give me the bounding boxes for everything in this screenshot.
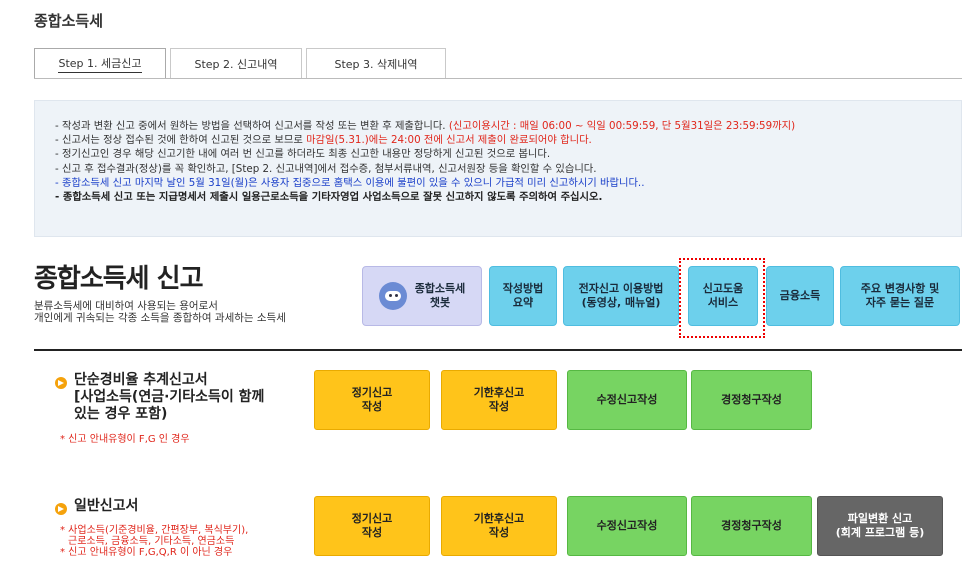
section1-title: 단순경비율 추계신고서 [사업소득(연금·기타소득이 함께 있는 경우 포함): [74, 372, 264, 423]
financial-income-button[interactable]: 금융소득: [766, 266, 834, 326]
file-convert-label-1: 파일변환 신고: [847, 512, 913, 525]
notice-line-1-text: 작성과 변환 신고 중에서 원하는 방법을 선택하여 신고서를 작성 또는 변환…: [62, 120, 449, 132]
section2-amend-label: 수정신고작성: [596, 519, 658, 532]
chatbot-icon: [378, 282, 407, 310]
usage-guide-button[interactable]: 전자신고 이용방법 (동영상, 매뉴얼): [563, 266, 679, 326]
file-convert-button[interactable]: 파일변환 신고 (회계 프로그램 등): [817, 496, 943, 556]
section2-regular-button[interactable]: 정기신고 작성: [314, 496, 430, 556]
usage-label-1: 전자신고 이용방법: [578, 282, 664, 295]
description-line-1: 분류소득세에 대비하여 사용되는 용어로서: [34, 300, 218, 312]
faq-label-1: 주요 변경사항 및: [860, 282, 940, 295]
bullet-arrow-icon: [55, 503, 67, 515]
section2-correction-button[interactable]: 경정청구작성: [691, 496, 812, 556]
tab-step2-label: Step 2. 신고내역: [194, 57, 278, 71]
section2-regular-label-2: 작성: [361, 526, 383, 539]
section-divider: [34, 349, 962, 351]
section2-note-1: * 사업소득(기준경비율, 간편장부, 복식부기),: [60, 525, 249, 536]
section2-note-2: 근로소득, 금융소득, 기타소득, 연금소득: [68, 536, 235, 547]
section1-late-button[interactable]: 기한후신고 작성: [441, 370, 557, 430]
notice-line-6: 종합소득세 신고 또는 지급명세서 제출시 일용근로소득을 기타자영업 사업소득…: [55, 190, 961, 204]
chatbot-button[interactable]: 종합소득세 챗봇: [362, 266, 482, 326]
section1-late-label-2: 작성: [488, 400, 510, 413]
section2-regular-label: 정기신고 작성: [352, 512, 392, 540]
notice-box: 작성과 변환 신고 중에서 원하는 방법을 선택하여 신고서를 작성 또는 변환…: [34, 100, 962, 237]
section2-regular-label-1: 정기신고: [351, 512, 393, 525]
description-line-2: 개인에게 귀속되는 각종 소득을 종합하여 과세하는 소득세: [34, 312, 286, 324]
tab-step3-label: Step 3. 삭제내역: [334, 57, 418, 71]
notice-line-2-text: 신고서는 정상 접수된 것에 한하여 신고된 것으로 보므로: [62, 134, 307, 147]
notice-line-4: 신고 후 접수결과(정상)를 꼭 확인하고, [Step 2. 신고내역]에서 …: [55, 162, 961, 176]
description: 분류소득세에 대비하여 사용되는 용어로서 개인에게 귀속되는 각종 소득을 종…: [34, 300, 286, 324]
tab-step1-label: Step 1. 세금신고: [58, 55, 142, 73]
file-convert-label: 파일변환 신고 (회계 프로그램 등): [836, 512, 925, 540]
chatbot-label-1: 종합소득세: [414, 282, 466, 295]
chatbot-label: 종합소득세 챗봇: [415, 282, 466, 310]
section2-late-label-2: 작성: [488, 526, 510, 539]
page-title: 종합소득세: [34, 12, 104, 30]
usage-label-2: (동영상, 매뉴얼): [581, 296, 661, 309]
section2-correction-label: 경정청구작성: [721, 519, 782, 532]
notice-line-1: 작성과 변환 신고 중에서 원하는 방법을 선택하여 신고서를 작성 또는 변환…: [55, 119, 961, 133]
section1-title-line-1: 단순경비율 추계신고서: [74, 372, 208, 388]
section2-late-label: 기한후신고 작성: [474, 512, 525, 540]
section1-title-line-2: [사업소득(연금·기타소득이 함께: [74, 389, 265, 405]
faq-label: 주요 변경사항 및 자주 묻는 질문: [861, 282, 940, 310]
summary-label-1: 작성방법: [502, 282, 544, 295]
tab-step1[interactable]: Step 1. 세금신고: [34, 48, 166, 78]
tab-divider: [34, 78, 962, 79]
financial-income-label: 금융소득: [779, 289, 821, 302]
notice-line-3: 정기신고인 경우 해당 신고기한 내에 여러 번 신고를 하더라도 최종 신고한…: [55, 147, 961, 161]
tab-step3[interactable]: Step 3. 삭제내역: [306, 48, 446, 78]
section1-correction-label: 경정청구작성: [721, 393, 782, 406]
notice-service-hours: (신고이용시간 : 매일 06:00 ~ 익일 00:59:59, 단 5월31…: [448, 120, 796, 132]
bullet-arrow-icon: [55, 377, 67, 389]
usage-guide-label: 전자신고 이용방법 (동영상, 매뉴얼): [579, 282, 664, 310]
faq-button[interactable]: 주요 변경사항 및 자주 묻는 질문: [840, 266, 960, 326]
section2-late-button[interactable]: 기한후신고 작성: [441, 496, 557, 556]
section1-correction-button[interactable]: 경정청구작성: [691, 370, 812, 430]
tab-step2[interactable]: Step 2. 신고내역: [170, 48, 302, 78]
highlight-frame: [679, 258, 765, 338]
notice-line-2: 신고서는 정상 접수된 것에 한하여 신고된 것으로 보므로 마감일(5.31.…: [55, 133, 961, 147]
section1-regular-label-1: 정기신고: [351, 386, 393, 399]
section1-note: * 신고 안내유형이 F,G 인 경우: [60, 434, 190, 445]
summary-button[interactable]: 작성방법 요약: [489, 266, 557, 326]
section1-regular-label: 정기신고 작성: [352, 386, 392, 414]
notice-line-5: 종합소득세 신고 마지막 날인 5월 31일(월)은 사용자 집중으로 홈택스 …: [55, 176, 961, 190]
chatbot-label-2: 챗봇: [429, 296, 451, 309]
section1-title-line-3: 있는 경우 포함): [74, 406, 168, 422]
section1-late-label: 기한후신고 작성: [474, 386, 525, 414]
file-convert-label-2: (회계 프로그램 등): [835, 526, 925, 539]
section2-amend-button[interactable]: 수정신고작성: [567, 496, 687, 556]
section1-late-label-1: 기한후신고: [473, 386, 525, 399]
section2-title: 일반신고서: [74, 498, 139, 514]
section1-regular-button[interactable]: 정기신고 작성: [314, 370, 430, 430]
section2-notes: * 사업소득(기준경비율, 간편장부, 복식부기), 근로소득, 금융소득, 기…: [60, 525, 248, 558]
step-tabs: Step 1. 세금신고 Step 2. 신고내역 Step 3. 삭제내역: [34, 48, 450, 78]
summary-label: 작성방법 요약: [503, 282, 543, 310]
summary-label-2: 요약: [512, 296, 534, 309]
section2-late-label-1: 기한후신고: [473, 512, 525, 525]
section1-amend-label: 수정신고작성: [596, 393, 658, 406]
section2-note-3: * 신고 안내유형이 F,G,Q,R 이 아닌 경우: [60, 547, 233, 558]
main-title: 종합소득세 신고: [34, 264, 203, 294]
section1-regular-label-2: 작성: [361, 400, 383, 413]
faq-label-2: 자주 묻는 질문: [865, 296, 935, 309]
notice-deadline: 마감일(5.31.)에는 24:00 전에 신고서 제출이 완료되어야 합니다.: [306, 134, 592, 147]
section1-amend-button[interactable]: 수정신고작성: [567, 370, 687, 430]
